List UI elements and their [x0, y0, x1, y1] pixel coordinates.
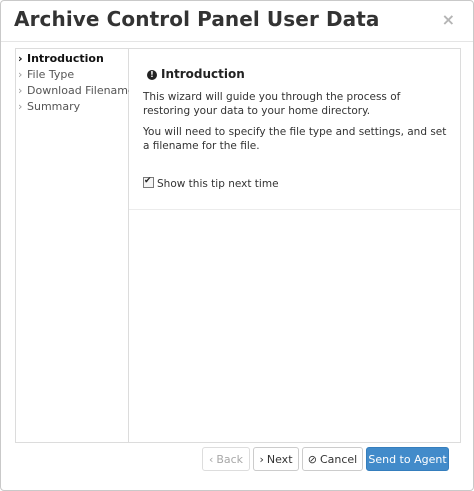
close-icon[interactable]: ×: [442, 11, 455, 29]
chevron-left-icon: ‹: [208, 453, 214, 466]
checkmark-icon: ✔: [144, 176, 152, 186]
sidebar-item-file-type[interactable]: › File Type: [18, 67, 74, 83]
sidebar-item-download-filename[interactable]: › Download Filename: [18, 83, 135, 99]
back-button[interactable]: ‹ Back: [202, 447, 250, 471]
show-tip-checkbox[interactable]: ✔: [143, 176, 154, 188]
sidebar-item-label: Introduction: [27, 52, 104, 65]
step-title-text: Introduction: [161, 67, 245, 81]
chevron-right-icon: ›: [18, 100, 23, 113]
sidebar-item-label: Download Filename: [27, 84, 135, 97]
intro-paragraph: This wizard will guide you through the p…: [143, 91, 401, 117]
wizard-body: › Introduction › File Type › Download Filen…: [15, 48, 461, 443]
send-to-agent-label: Send to Agent: [368, 453, 447, 466]
back-button-label: Back: [216, 453, 244, 466]
show-tip-label: Show this tip next time: [157, 178, 279, 190]
wizard-dialog: Archive Control Panel User Data × › Intro…: [0, 0, 474, 491]
sidebar-item-introduction[interactable]: › Introduction: [18, 51, 104, 67]
instructions-paragraph: You will need to specify the file type a…: [143, 126, 447, 152]
chevron-right-icon: ›: [18, 84, 23, 97]
next-button[interactable]: › Next: [253, 447, 299, 471]
chevron-right-icon: ›: [259, 453, 264, 466]
send-to-agent-button[interactable]: Send to Agent: [366, 447, 449, 471]
dialog-header: Archive Control Panel User Data ×: [1, 1, 473, 42]
cancel-button-label: Cancel: [319, 453, 358, 466]
sidebar-item-summary[interactable]: › Summary: [18, 99, 80, 115]
wizard-steps-sidebar: › Introduction › File Type › Download Filen…: [16, 49, 135, 442]
dialog-title: Archive Control Panel User Data: [14, 7, 380, 31]
ban-icon: ⊘: [307, 453, 317, 466]
show-tip-checkbox-row[interactable]: ✔ Show this tip next time: [143, 176, 279, 190]
step-title: ! Introduction: [147, 67, 245, 81]
sidebar-item-label: Summary: [27, 100, 81, 113]
sidebar-item-label: File Type: [27, 68, 75, 81]
cancel-button[interactable]: ⊘ Cancel: [302, 447, 363, 471]
info-icon: !: [147, 70, 157, 80]
next-button-label: Next: [266, 453, 293, 466]
chevron-right-icon: ›: [18, 52, 23, 65]
chevron-right-icon: ›: [18, 68, 23, 81]
step-content-panel: ! Introduction This wizard will guide you…: [129, 49, 460, 210]
